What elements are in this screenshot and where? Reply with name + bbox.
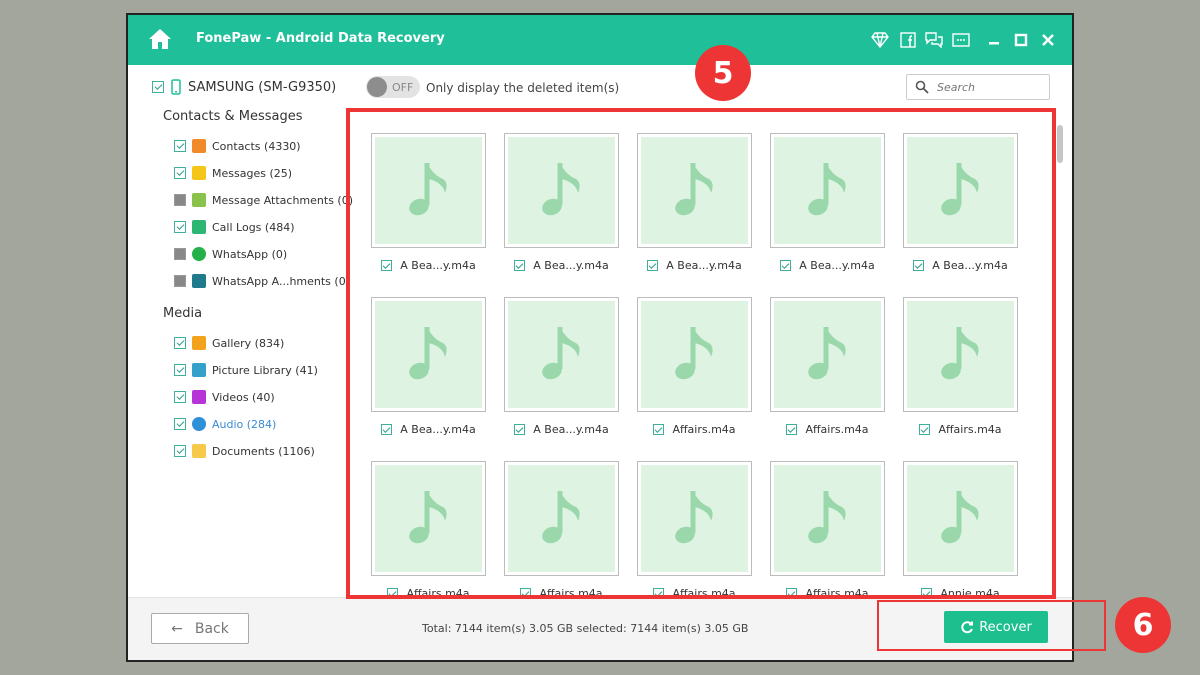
- search-box[interactable]: [906, 74, 1050, 100]
- checkbox[interactable]: [174, 364, 186, 376]
- home-icon[interactable]: [148, 28, 172, 50]
- phone-device-icon: [171, 79, 181, 95]
- sidebar-item-gallery[interactable]: Gallery (834): [174, 336, 284, 350]
- sidebar-item-label: Messages (25): [212, 166, 293, 180]
- sidebar-item-messages[interactable]: Messages (25): [174, 166, 292, 180]
- sidebar-item-message-attachments[interactable]: Message Attachments (0): [174, 193, 353, 207]
- sidebar-item-label: WhatsApp (0): [212, 247, 288, 261]
- group-title-contacts-messages: Contacts & Messages: [163, 109, 303, 124]
- toggle-state: OFF: [392, 81, 414, 94]
- whatsapp-icon: [192, 247, 206, 261]
- back-arrow-icon: ←: [171, 620, 183, 637]
- deleted-only-toggle[interactable]: OFF: [366, 76, 420, 98]
- sidebar-item-documents[interactable]: Documents (1106): [174, 444, 315, 458]
- facebook-icon[interactable]: [898, 30, 918, 50]
- minimize-icon[interactable]: [984, 30, 1004, 50]
- device-checkbox[interactable]: [152, 81, 164, 93]
- audio-icon: [192, 417, 206, 431]
- messages-icon: [192, 166, 206, 180]
- checkbox[interactable]: [174, 418, 186, 430]
- sidebar-item-label: Videos (40): [212, 390, 275, 404]
- checkbox[interactable]: [174, 445, 186, 457]
- attachment-icon: [192, 193, 206, 207]
- back-button[interactable]: ← Back: [151, 613, 249, 644]
- checkbox[interactable]: [174, 248, 186, 260]
- close-icon[interactable]: [1038, 30, 1058, 50]
- whatsapp-attachment-icon: [192, 274, 206, 288]
- step-badge-5: 5: [695, 45, 751, 101]
- step-badge-6: 6: [1115, 597, 1171, 653]
- search-icon: [915, 80, 929, 94]
- sidebar-item-label: Documents (1106): [212, 444, 315, 458]
- sidebar-item-label: Call Logs (484): [212, 220, 295, 234]
- checkbox[interactable]: [174, 391, 186, 403]
- sidebar-item-videos[interactable]: Videos (40): [174, 390, 275, 404]
- sidebar-item-picture-library[interactable]: Picture Library (41): [174, 363, 318, 377]
- toggle-knob: [367, 77, 387, 97]
- videos-icon: [192, 390, 206, 404]
- sidebar-item-label: Contacts (4330): [212, 139, 301, 153]
- sidebar-item-label: Message Attachments (0): [212, 193, 354, 207]
- device-row[interactable]: SAMSUNG (SM-G9350): [152, 79, 336, 95]
- sidebar-item-label: Picture Library (41): [212, 363, 318, 377]
- phone-icon: [192, 220, 206, 234]
- chat-icon[interactable]: [924, 30, 944, 50]
- contacts-icon: [192, 139, 206, 153]
- sidebar-item-label: WhatsApp A...hments (0): [212, 274, 350, 288]
- menu-icon[interactable]: [951, 30, 971, 50]
- highlight-file-grid: [346, 108, 1056, 599]
- gallery-icon: [192, 336, 206, 350]
- title-bar: FonePaw - Android Data Recovery: [128, 15, 1072, 65]
- checkbox[interactable]: [174, 221, 186, 233]
- sidebar-item-contacts[interactable]: Contacts (4330): [174, 139, 301, 153]
- deleted-only-label: Only display the deleted item(s): [426, 81, 620, 95]
- sidebar-item-audio[interactable]: Audio (284): [174, 417, 276, 431]
- maximize-icon[interactable]: [1011, 30, 1031, 50]
- checkbox[interactable]: [174, 337, 186, 349]
- checkbox[interactable]: [174, 275, 186, 287]
- sidebar-item-call-logs[interactable]: Call Logs (484): [174, 220, 294, 234]
- window-title: FonePaw - Android Data Recovery: [196, 31, 445, 46]
- grid-scrollbar[interactable]: [1054, 113, 1068, 597]
- scroll-thumb[interactable]: [1057, 125, 1063, 163]
- category-sidebar: SAMSUNG (SM-G9350) Contacts & Messages C…: [128, 65, 353, 597]
- device-name: SAMSUNG (SM-G9350): [188, 79, 337, 95]
- checkbox[interactable]: [174, 167, 186, 179]
- search-input[interactable]: [937, 78, 1045, 96]
- documents-icon: [192, 444, 206, 458]
- group-title-media: Media: [163, 306, 203, 321]
- highlight-recover: [877, 600, 1106, 651]
- checkbox[interactable]: [174, 140, 186, 152]
- sidebar-item-label: Gallery (834): [212, 336, 285, 350]
- sidebar-item-whatsapp-attachments[interactable]: WhatsApp A...hments (0): [174, 274, 350, 288]
- picture-library-icon: [192, 363, 206, 377]
- diamond-icon[interactable]: [870, 30, 890, 50]
- sidebar-item-label: Audio (284): [212, 417, 277, 431]
- selection-status: Total: 7144 item(s) 3.05 GB selected: 71…: [422, 622, 749, 635]
- sidebar-item-whatsapp[interactable]: WhatsApp (0): [174, 247, 287, 261]
- back-label: Back: [194, 620, 229, 637]
- checkbox[interactable]: [174, 194, 186, 206]
